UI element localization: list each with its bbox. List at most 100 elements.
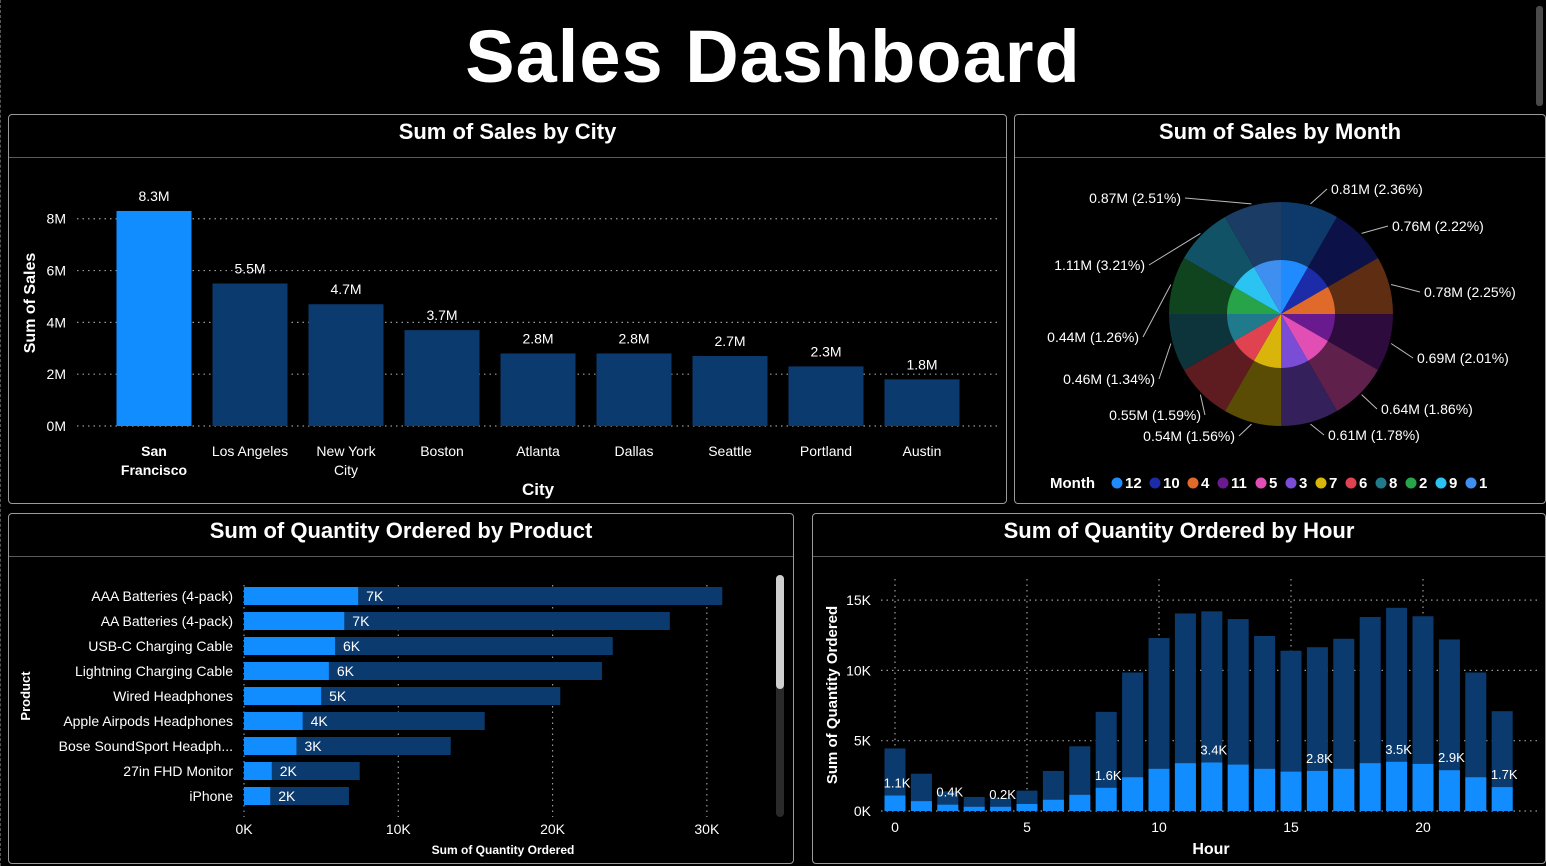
product-chart-title: Sum of Quantity Ordered by Product bbox=[9, 514, 793, 557]
month-leader-line bbox=[1390, 343, 1414, 359]
city-x-axis-title: City bbox=[522, 480, 555, 499]
product-y-tick: AAA Batteries (4-pack) bbox=[91, 588, 233, 604]
month-data-label: 0.87M (2.51%) bbox=[1089, 190, 1181, 206]
month-leader-line bbox=[1310, 188, 1328, 205]
hour-chart-title: Sum of Quantity Ordered by Hour bbox=[813, 514, 1545, 557]
city-x-tick: Austin bbox=[903, 443, 942, 459]
city-x-tick: Los Angeles bbox=[212, 443, 288, 459]
product-bar bbox=[244, 662, 329, 680]
hour-bar bbox=[1227, 764, 1249, 811]
product-bar bbox=[244, 637, 336, 655]
product-bar bbox=[244, 762, 272, 780]
month-data-label: 0.69M (2.01%) bbox=[1417, 350, 1509, 366]
month-legend-item: 12 bbox=[1125, 475, 1142, 492]
hour-bar bbox=[990, 806, 1012, 811]
city-bar-label: 1.8M bbox=[906, 356, 937, 372]
hour-bar bbox=[1042, 799, 1064, 811]
hour-quantity-panel: Sum of Quantity Ordered by Hour 0K 5K 10K 1… bbox=[812, 513, 1546, 864]
product-bar-label: 6K bbox=[343, 638, 361, 654]
hour-x-axis-title: Hour bbox=[1192, 841, 1229, 858]
hour-bar bbox=[1095, 787, 1117, 811]
month-legend-title: Month bbox=[1050, 475, 1095, 492]
product-y-tick: AA Batteries (4-pack) bbox=[101, 613, 233, 629]
hour-bar bbox=[1306, 770, 1328, 811]
product-bar bbox=[244, 712, 303, 730]
hour-quantity-chart: 0K 5K 10K 15K 0 5 10 15 20 1.1K 0.4K 0.2K 1.6K 3.4K 2.… bbox=[824, 579, 1541, 858]
city-bar-label: 2.3M bbox=[810, 343, 841, 359]
product-bar bbox=[244, 612, 345, 630]
hour-bar bbox=[1201, 762, 1223, 811]
product-quantity-panel: Sum of Quantity Ordered by Product 0K 10K… bbox=[8, 513, 794, 864]
city-bar bbox=[116, 210, 192, 426]
product-y-tick: iPhone bbox=[189, 788, 233, 804]
product-bar bbox=[244, 587, 359, 605]
city-y-tick: 8M bbox=[47, 211, 66, 227]
month-leader-line bbox=[1238, 423, 1252, 437]
hour-bar-label: 0.2K bbox=[989, 787, 1016, 802]
hour-bar bbox=[1148, 768, 1170, 811]
product-y-tick: Lightning Charging Cable bbox=[75, 663, 233, 679]
product-quantity-chart: 0K 10K 20K 30K 7K AAA Batteries (4-pack) 7K AA … bbox=[18, 575, 784, 857]
hour-bar-label: 0.4K bbox=[936, 785, 963, 800]
month-legend-marker bbox=[1149, 477, 1161, 489]
month-legend-item: 5 bbox=[1269, 475, 1277, 492]
month-data-label: 0.61M (1.78%) bbox=[1328, 427, 1420, 443]
month-leader-line bbox=[1361, 394, 1378, 410]
product-bar-label: 2K bbox=[278, 788, 296, 804]
product-y-tick: 27in FHD Monitor bbox=[123, 763, 233, 779]
hour-x-tick: 10 bbox=[1151, 819, 1167, 835]
product-x-tick: 20K bbox=[540, 821, 566, 837]
product-scroll-thumb[interactable] bbox=[776, 575, 784, 689]
month-data-label: 1.11M (3.21%) bbox=[1054, 257, 1145, 273]
product-bar bbox=[244, 787, 271, 805]
city-bar bbox=[788, 366, 864, 426]
hour-bar bbox=[1016, 803, 1038, 811]
city-y-tick: 0M bbox=[47, 418, 66, 434]
hour-x-tick: 0 bbox=[891, 819, 899, 835]
hour-bar bbox=[1069, 794, 1091, 811]
city-bar bbox=[404, 330, 480, 426]
month-legend-item: 2 bbox=[1419, 475, 1427, 492]
hour-bar bbox=[963, 806, 985, 811]
city-bar bbox=[308, 304, 384, 426]
city-bar-label: 2.8M bbox=[618, 330, 649, 346]
city-bar bbox=[884, 379, 960, 426]
product-x-tick: 10K bbox=[386, 821, 412, 837]
city-bar-label: 3.7M bbox=[426, 307, 457, 323]
hour-bar bbox=[937, 804, 959, 811]
product-y-tick: USB-C Charging Cable bbox=[88, 638, 233, 654]
product-bar-label: 5K bbox=[329, 688, 347, 704]
month-legend-marker bbox=[1465, 477, 1477, 489]
city-y-axis-title: Sum of Sales bbox=[22, 253, 39, 354]
month-legend-item: 4 bbox=[1201, 475, 1210, 492]
hour-bar-label: 3.5K bbox=[1385, 742, 1412, 757]
product-bar-label: 3K bbox=[304, 738, 322, 754]
month-data-label: 0.46M (1.34%) bbox=[1063, 371, 1155, 387]
city-bar bbox=[500, 353, 576, 426]
left-edge-guide bbox=[0, 0, 3, 866]
month-leader-line bbox=[1158, 343, 1172, 380]
month-legend-item: 11 bbox=[1231, 475, 1247, 492]
month-data-label: 0.44M (1.26%) bbox=[1047, 329, 1139, 345]
hour-bar bbox=[1412, 763, 1434, 811]
city-y-tick: 4M bbox=[47, 314, 66, 330]
city-sales-panel: Sum of Sales by City 0M 2M 4M 6M 8M 8.3M San Fr… bbox=[8, 114, 1007, 504]
city-bar-label: 5.5M bbox=[234, 261, 265, 277]
hour-bar bbox=[884, 795, 906, 811]
month-leader-line bbox=[1142, 284, 1172, 338]
month-data-label: 0.78M (2.25%) bbox=[1424, 284, 1516, 300]
hour-bar-label: 2.9K bbox=[1438, 750, 1465, 765]
city-y-tick: 6M bbox=[47, 263, 66, 279]
product-bar-label: 7K bbox=[366, 588, 384, 604]
hour-bar-label: 2.8K bbox=[1306, 751, 1333, 766]
hour-y-tick: 10K bbox=[846, 662, 872, 678]
hour-x-tick: 5 bbox=[1023, 819, 1031, 835]
product-y-axis-title: Product bbox=[18, 671, 33, 721]
month-leader-line bbox=[1361, 225, 1389, 234]
month-legend-marker bbox=[1315, 477, 1327, 489]
month-chart-title: Sum of Sales by Month bbox=[1015, 115, 1545, 158]
month-leader-line bbox=[1184, 197, 1252, 205]
city-x-tick: Dallas bbox=[615, 443, 654, 459]
month-legend-item: 8 bbox=[1389, 475, 1397, 492]
city-bar-label: 2.8M bbox=[522, 330, 553, 346]
